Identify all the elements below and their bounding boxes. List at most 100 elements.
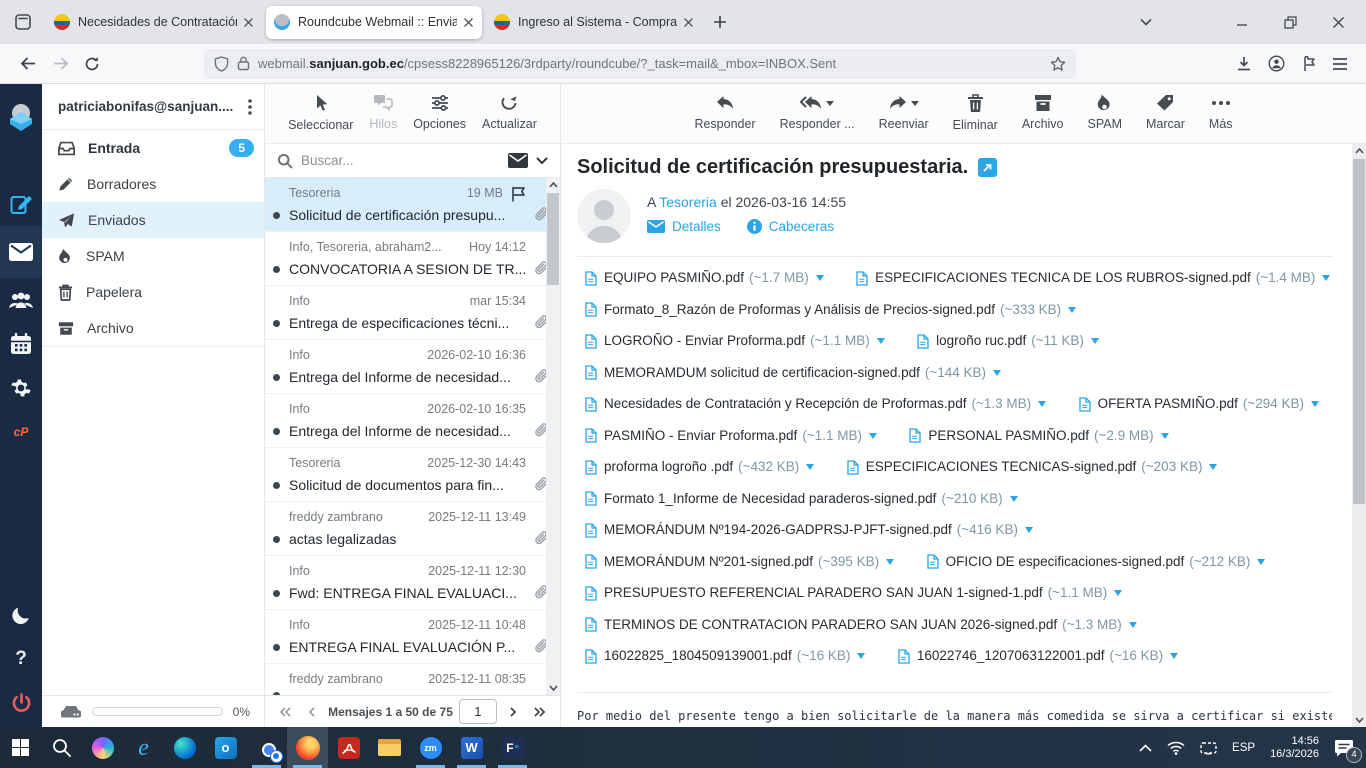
attachment-item[interactable]: OFERTA PASMIÑO.pdf (~294 KB) [1079, 390, 1319, 418]
scroll-up-icon[interactable] [546, 178, 560, 192]
account-icon[interactable] [1268, 55, 1285, 72]
shield-icon[interactable] [214, 56, 229, 72]
window-minimize-button[interactable] [1222, 6, 1262, 38]
more-button[interactable]: Más [1209, 94, 1233, 131]
attachment-menu-caret-icon[interactable] [1257, 559, 1265, 565]
reply-all-button[interactable]: Responder ... [780, 94, 855, 131]
attachment-item[interactable]: Formato_8_Razón de Proformas y Análisis … [585, 296, 1076, 324]
message-list-item[interactable]: Info 2025-12-11 10:48 ENTREGA FINAL EVAL… [265, 610, 560, 664]
select-button[interactable]: Seleccionar [288, 94, 353, 132]
attachment-item[interactable]: MEMORAMDUM solicitud de certificacion-si… [585, 359, 1001, 387]
attachment-item[interactable]: Formato 1_Informe de Necesidad paraderos… [585, 485, 1018, 513]
attachment-item[interactable]: 16022825_1804509139001.pdf (~16 KB) [585, 642, 865, 670]
lock-icon[interactable] [237, 56, 250, 71]
attachment-menu-caret-icon[interactable] [1114, 590, 1122, 596]
word-icon[interactable]: W [451, 727, 492, 768]
window-restore-button[interactable] [1270, 6, 1310, 38]
message-list-item[interactable]: Info 2026-02-10 16:36 Entrega del Inform… [265, 340, 560, 394]
message-list-item[interactable]: Info mar 15:34 Entrega de especificacion… [265, 286, 560, 340]
message-list-item[interactable]: Tesoreria 19 MB Solicitud de certificaci… [265, 178, 560, 232]
attachment-menu-caret-icon[interactable] [993, 370, 1001, 376]
scroll-down-icon[interactable] [1352, 713, 1366, 727]
attachment-menu-caret-icon[interactable] [1091, 338, 1099, 344]
forward-button[interactable] [44, 48, 76, 80]
acrobat-icon[interactable] [328, 727, 369, 768]
notifications-icon[interactable]: 4 [1334, 739, 1354, 757]
attachment-item[interactable]: MEMORÁNDUM Nº194-2026-GADPRSJ-PJFT-signe… [585, 516, 1033, 544]
back-button[interactable] [12, 48, 44, 80]
page-number-input[interactable] [459, 699, 497, 724]
start-button[interactable] [0, 727, 41, 768]
attachment-menu-caret-icon[interactable] [806, 464, 814, 470]
message-list-item[interactable]: Info 2026-02-10 16:35 Entrega del Inform… [265, 394, 560, 448]
attachment-menu-caret-icon[interactable] [1010, 496, 1018, 502]
attachment-item[interactable]: proforma logroño .pdf (~432 KB) [585, 453, 814, 481]
prev-page-button[interactable] [302, 700, 323, 724]
tab-close-icon[interactable] [683, 17, 694, 28]
attachment-menu-caret-icon[interactable] [857, 653, 865, 659]
tray-chevron-icon[interactable] [1139, 744, 1152, 752]
archive-button[interactable]: Archivo [1022, 94, 1064, 131]
firmaec-app-icon[interactable]: F≡ [492, 727, 533, 768]
scrollbar-thumb[interactable] [547, 193, 559, 285]
next-page-button[interactable] [503, 700, 524, 724]
folder-spam[interactable]: SPAM [42, 238, 264, 274]
search-scope-mail-icon[interactable] [508, 153, 528, 168]
mail-nav-icon[interactable] [0, 226, 42, 278]
message-list-item[interactable]: Info 2025-12-11 12:30 Fwd: ENTREGA FINAL… [265, 556, 560, 610]
browser-tab-2-active[interactable]: Roundcube Webmail :: Enviados [266, 6, 482, 39]
headers-link[interactable]: Cabeceras [747, 219, 834, 234]
firefox-icon[interactable] [287, 727, 328, 768]
help-icon[interactable]: ? [0, 637, 42, 681]
logout-power-icon[interactable] [0, 681, 42, 725]
attachment-item[interactable]: PASMIÑO - Enviar Proforma.pdf (~1.1 MB) [585, 422, 877, 450]
delete-button[interactable]: Eliminar [953, 94, 998, 132]
reload-button[interactable] [76, 48, 108, 80]
account-menu-kebab-icon[interactable] [244, 99, 256, 115]
folder-borradores[interactable]: Borradores [42, 166, 264, 202]
file-explorer-icon[interactable] [369, 727, 410, 768]
open-in-new-window-icon[interactable] [978, 158, 997, 177]
attachment-item[interactable]: ESPECIFICACIONES TECNICA DE LOS RUBROS-s… [856, 264, 1330, 292]
folder-archivo[interactable]: Archivo [42, 310, 264, 346]
threads-button[interactable]: Hilos [369, 94, 397, 131]
settings-gear-icon[interactable] [0, 366, 42, 410]
attachment-menu-caret-icon[interactable] [877, 338, 885, 344]
message-list-scrollbar[interactable] [546, 178, 560, 695]
compose-icon[interactable] [0, 182, 42, 226]
message-list-item[interactable]: Tesoreria 2025-12-30 14:43 Solicitud de … [265, 448, 560, 502]
tab-close-icon[interactable] [243, 17, 254, 28]
clock[interactable]: 14:56 16/3/2026 [1270, 735, 1319, 761]
language-indicator[interactable]: ESP [1232, 742, 1255, 754]
last-page-button[interactable] [529, 700, 550, 724]
message-list-item[interactable]: Info, Tesoreria, abraham2... Hoy 14:12 C… [265, 232, 560, 286]
bookmark-star-icon[interactable] [1050, 56, 1066, 72]
scroll-down-icon[interactable] [546, 681, 560, 695]
spam-button[interactable]: SPAM [1088, 94, 1123, 131]
attachment-menu-caret-icon[interactable] [1068, 307, 1076, 313]
folder-papelera[interactable]: Papelera [42, 274, 264, 310]
forward-button[interactable]: Reenviar [879, 94, 929, 131]
contacts-icon[interactable] [0, 278, 42, 322]
message-list-item[interactable]: freddy zambrano 2025-12-11 13:49 actas l… [265, 502, 560, 556]
attachment-menu-caret-icon[interactable] [1170, 653, 1178, 659]
firefox-view-button[interactable] [8, 7, 38, 37]
attachment-item[interactable]: PRESUPUESTO REFERENCIAL PARADERO SAN JUA… [585, 579, 1122, 607]
reading-pane-scrollbar[interactable] [1352, 144, 1366, 727]
attachment-item[interactable]: Necesidades de Contratación y Recepción … [585, 390, 1046, 418]
attachment-menu-caret-icon[interactable] [1311, 401, 1319, 407]
folder-entrada[interactable]: Entrada 5 [42, 130, 264, 166]
outlook-icon[interactable]: o [205, 727, 246, 768]
sidebar-flag-icon[interactable] [1301, 56, 1316, 72]
zoom-icon[interactable]: zm [410, 727, 451, 768]
attachment-item[interactable]: LOGROÑO - Enviar Proforma.pdf (~1.1 MB) [585, 327, 885, 355]
flag-icon[interactable] [511, 186, 526, 202]
dropdown-caret-icon[interactable] [826, 101, 834, 110]
downloads-icon[interactable] [1236, 56, 1252, 72]
details-link[interactable]: Detalles [647, 219, 721, 234]
attachment-menu-caret-icon[interactable] [1161, 433, 1169, 439]
dark-mode-moon-icon[interactable] [0, 593, 42, 637]
edge-icon[interactable] [164, 727, 205, 768]
tab-close-icon[interactable] [463, 17, 474, 28]
attachment-item[interactable]: ESPECIFICACIONES TECNICAS-signed.pdf (~2… [847, 453, 1218, 481]
